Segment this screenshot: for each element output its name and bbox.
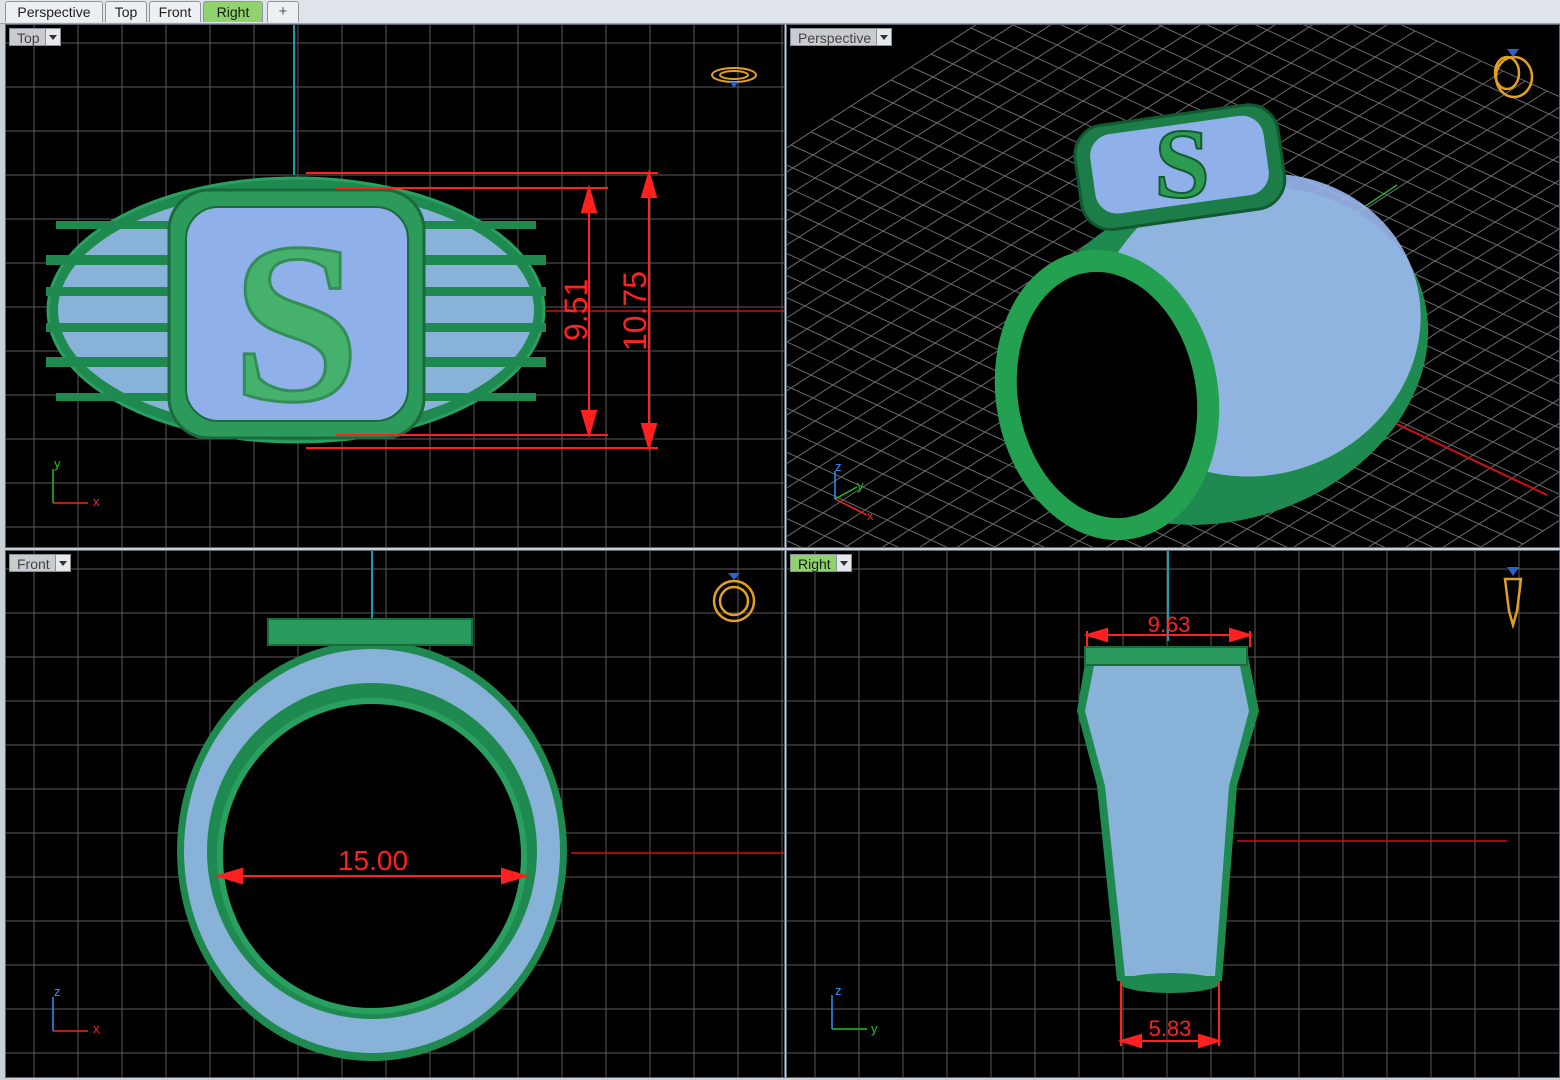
ring-front-view	[177, 618, 567, 1061]
ring-right-view	[1077, 646, 1259, 993]
viewport-label-perspective[interactable]: Perspective	[790, 28, 893, 46]
viewport-perspective[interactable]: S x y z Perspective	[786, 24, 1560, 548]
viewport-front[interactable]: 15.00 x z Front	[5, 550, 785, 1078]
viewport-label-text: Front	[17, 556, 50, 572]
dropdown-arrow-icon[interactable]	[876, 29, 892, 45]
axis-label-z: z	[54, 984, 61, 999]
dimension-9-51: 9.51	[558, 279, 594, 341]
axis-label-y: y	[871, 1021, 878, 1036]
dimension-9-63: 9.63	[1148, 612, 1191, 637]
axis-label-x: x	[867, 508, 874, 523]
plus-icon: +	[278, 3, 288, 20]
axis-label-z: z	[835, 459, 842, 474]
axis-label-x: x	[93, 1021, 100, 1036]
viewport-label-text: Perspective	[798, 30, 872, 46]
perspective-view-canvas: S x y z	[787, 25, 1559, 547]
dropdown-arrow-icon[interactable]	[835, 555, 851, 571]
viewport-right[interactable]: 9.63 5.83 y z Right	[786, 550, 1560, 1078]
tab-right[interactable]: Right	[203, 1, 263, 22]
viewport-tab-bar: Perspective Top Front Right +	[0, 0, 1560, 24]
viewport-label-text: Top	[17, 30, 40, 46]
top-view-canvas: S 9.51 10.75 x y	[6, 25, 784, 547]
viewport-label-top[interactable]: Top	[9, 28, 61, 46]
viewport-label-text: Right	[798, 556, 831, 572]
top-gumball-icon	[711, 67, 757, 88]
viewport-label-right[interactable]: Right	[790, 554, 852, 572]
tab-perspective[interactable]: Perspective	[5, 1, 103, 22]
axis-label-y: y	[857, 478, 864, 493]
ring-top-view: S	[46, 176, 546, 452]
right-view-canvas: 9.63 5.83 y z	[787, 551, 1559, 1077]
front-view-canvas: 15.00 x z	[6, 551, 784, 1077]
dimension-15-00: 15.00	[338, 845, 408, 876]
dropdown-arrow-icon[interactable]	[54, 555, 70, 571]
tab-front[interactable]: Front	[149, 1, 201, 22]
svg-text:S: S	[232, 195, 360, 450]
front-gumball-icon	[712, 573, 756, 623]
add-tab-button[interactable]: +	[267, 1, 299, 22]
viewport-top[interactable]: S 9.51 10.75 x y Top	[5, 24, 785, 548]
svg-text:S: S	[1154, 108, 1210, 219]
tab-top[interactable]: Top	[105, 1, 147, 22]
viewport-label-front[interactable]: Front	[9, 554, 71, 572]
front-axis-indicator: x z	[52, 984, 100, 1036]
dropdown-arrow-icon[interactable]	[44, 29, 60, 45]
axis-label-x: x	[93, 494, 100, 509]
axis-label-z: z	[835, 983, 842, 998]
dimension-5-83: 5.83	[1149, 1016, 1192, 1041]
dimension-10-75: 10.75	[617, 271, 653, 351]
ring-perspective-view: S	[994, 103, 1429, 541]
axis-label-y: y	[54, 456, 61, 471]
